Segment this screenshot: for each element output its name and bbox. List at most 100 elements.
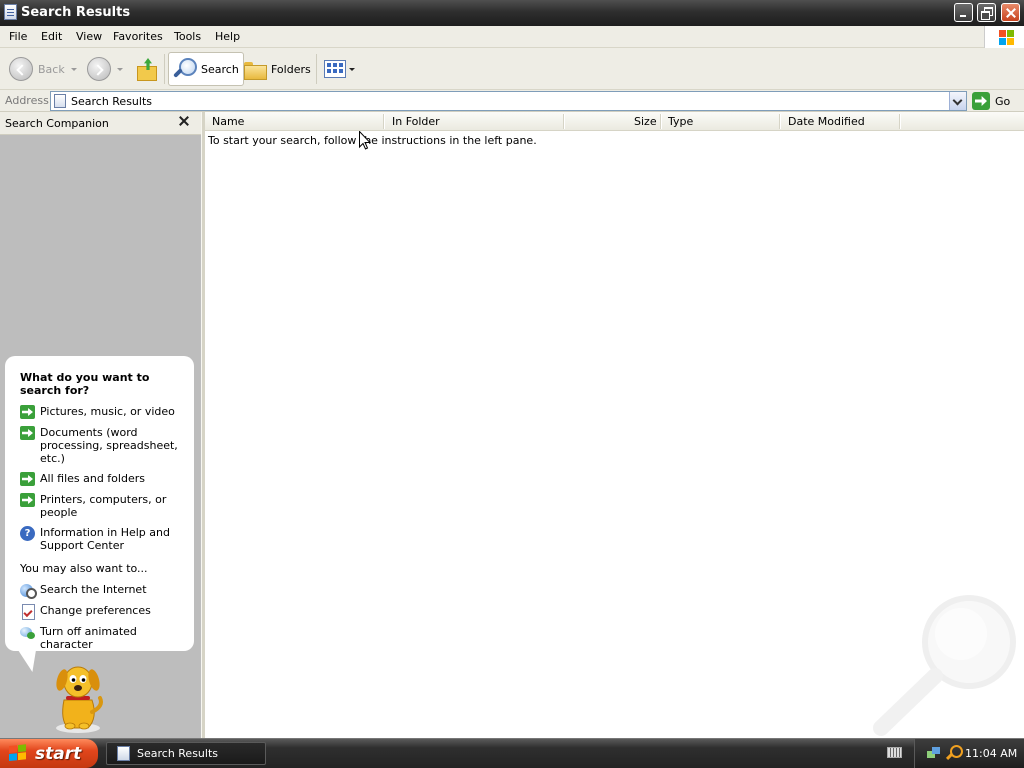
- taskbar-item-label: Search Results: [137, 747, 219, 760]
- up-folder-button[interactable]: [136, 52, 158, 86]
- option-help-center[interactable]: ? Information in Help and Support Center: [20, 526, 185, 552]
- mouse-cursor-icon: [359, 131, 371, 150]
- green-arrow-icon: [20, 493, 35, 507]
- option-label: Printers, computers, or people: [40, 493, 167, 519]
- companion-title: Search Companion: [5, 117, 109, 130]
- close-icon[interactable]: [179, 116, 190, 127]
- menu-bar: File Edit View Favorites Tools Help: [0, 26, 1024, 48]
- chevron-down-icon[interactable]: [349, 67, 355, 71]
- menu-help[interactable]: Help: [215, 30, 240, 43]
- link-label: Search the Internet: [40, 583, 147, 596]
- globe-search-icon: [20, 583, 37, 599]
- system-tray: 11:04 AM: [914, 739, 1024, 768]
- minimize-button[interactable]: [954, 3, 973, 22]
- help-icon: ?: [20, 526, 35, 541]
- window-title: Search Results: [21, 5, 131, 20]
- toolbar-separator: [164, 54, 165, 84]
- column-header-bar: Name In Folder Size Type Date Modified: [205, 112, 1024, 131]
- menu-edit[interactable]: Edit: [41, 30, 62, 43]
- companion-header: Search Companion: [0, 112, 201, 135]
- menu-tools[interactable]: Tools: [174, 30, 201, 43]
- taskbar-item-search-results[interactable]: Search Results: [106, 742, 266, 765]
- toolbar: Back Search Folders: [0, 48, 1024, 90]
- magnifier-watermark-icon: [873, 595, 1016, 736]
- search-button[interactable]: Search: [168, 52, 244, 86]
- column-name[interactable]: Name: [212, 115, 244, 128]
- title-bar: Search Results: [0, 0, 1024, 26]
- back-arrow-icon: [9, 57, 33, 81]
- link-search-internet[interactable]: Search the Internet: [20, 583, 185, 599]
- views-button[interactable]: [324, 52, 355, 86]
- folders-label: Folders: [271, 62, 311, 76]
- companion-question: What do you want to search for?: [20, 371, 150, 397]
- chevron-down-icon[interactable]: [117, 67, 123, 71]
- green-arrow-icon: [20, 426, 35, 440]
- animated-character-icon: [20, 625, 35, 640]
- option-documents[interactable]: Documents (word processing, spreadsheet,…: [20, 426, 185, 465]
- green-arrow-icon: [20, 472, 35, 486]
- option-printers[interactable]: Printers, computers, or people: [20, 493, 185, 519]
- column-size[interactable]: Size: [634, 115, 657, 128]
- search-tray-icon[interactable]: [945, 745, 963, 761]
- document-icon: [54, 94, 66, 108]
- link-label: Turn off animated character: [40, 625, 137, 651]
- windows-logo-icon: [984, 26, 1024, 48]
- back-button[interactable]: Back: [9, 52, 77, 86]
- column-separator[interactable]: [563, 114, 564, 129]
- address-dropdown-button[interactable]: [949, 92, 966, 110]
- windows-flag-icon: [9, 743, 29, 763]
- also-label: You may also want to...: [20, 562, 148, 575]
- address-label: Address: [5, 94, 49, 107]
- link-label: Change preferences: [40, 604, 151, 617]
- start-button[interactable]: start: [0, 739, 98, 768]
- menu-view[interactable]: View: [76, 30, 102, 43]
- address-input[interactable]: Search Results: [50, 91, 967, 111]
- go-button[interactable]: Go: [972, 91, 1010, 111]
- option-all-files[interactable]: All files and folders: [20, 472, 185, 486]
- restore-button[interactable]: [977, 3, 996, 22]
- option-label: All files and folders: [40, 472, 145, 485]
- preferences-icon: [20, 604, 35, 620]
- link-turn-off-character[interactable]: Turn off animated character: [20, 625, 185, 651]
- link-change-preferences[interactable]: Change preferences: [20, 604, 185, 620]
- address-value[interactable]: Search Results: [71, 95, 152, 108]
- clock[interactable]: 11:04 AM: [965, 747, 1017, 760]
- document-icon: [117, 746, 130, 761]
- column-separator[interactable]: [383, 114, 384, 129]
- forward-button[interactable]: [87, 52, 123, 86]
- back-label: Back: [38, 62, 65, 76]
- start-label: start: [35, 743, 82, 764]
- folder-icon: [244, 60, 267, 80]
- column-separator[interactable]: [660, 114, 661, 129]
- network-icon[interactable]: [927, 747, 941, 761]
- column-separator[interactable]: [899, 114, 900, 129]
- option-pictures[interactable]: Pictures, music, or video: [20, 405, 185, 419]
- forward-arrow-icon: [87, 57, 111, 81]
- search-icon: [172, 57, 197, 81]
- document-icon: [4, 4, 17, 20]
- green-arrow-icon: [20, 405, 35, 419]
- folder-up-icon: [136, 58, 158, 81]
- option-label: Pictures, music, or video: [40, 405, 175, 418]
- search-dog-character[interactable]: [50, 662, 106, 734]
- search-label: Search: [201, 62, 239, 76]
- menu-file[interactable]: File: [9, 30, 27, 43]
- toolbar-separator: [316, 54, 317, 84]
- address-bar: Address Search Results Go: [0, 90, 1024, 112]
- column-date-modified[interactable]: Date Modified: [788, 115, 865, 128]
- go-arrow-icon: [972, 92, 990, 110]
- go-label: Go: [995, 94, 1011, 108]
- keyboard-icon[interactable]: [887, 747, 902, 758]
- results-pane: Name In Folder Size Type Date Modified T…: [205, 112, 1024, 738]
- menu-favorites[interactable]: Favorites: [113, 30, 163, 43]
- folders-button[interactable]: Folders: [244, 52, 311, 86]
- option-label: Documents (word processing, spreadsheet,…: [40, 426, 178, 465]
- option-label: Information in Help and Support Center: [40, 526, 170, 552]
- close-button[interactable]: [1001, 3, 1020, 22]
- column-in-folder[interactable]: In Folder: [392, 115, 440, 128]
- column-separator[interactable]: [779, 114, 780, 129]
- views-icon: [324, 60, 346, 78]
- chevron-down-icon[interactable]: [70, 67, 77, 71]
- column-type[interactable]: Type: [668, 115, 693, 128]
- instructions-message: To start your search, follow the instruc…: [208, 134, 537, 147]
